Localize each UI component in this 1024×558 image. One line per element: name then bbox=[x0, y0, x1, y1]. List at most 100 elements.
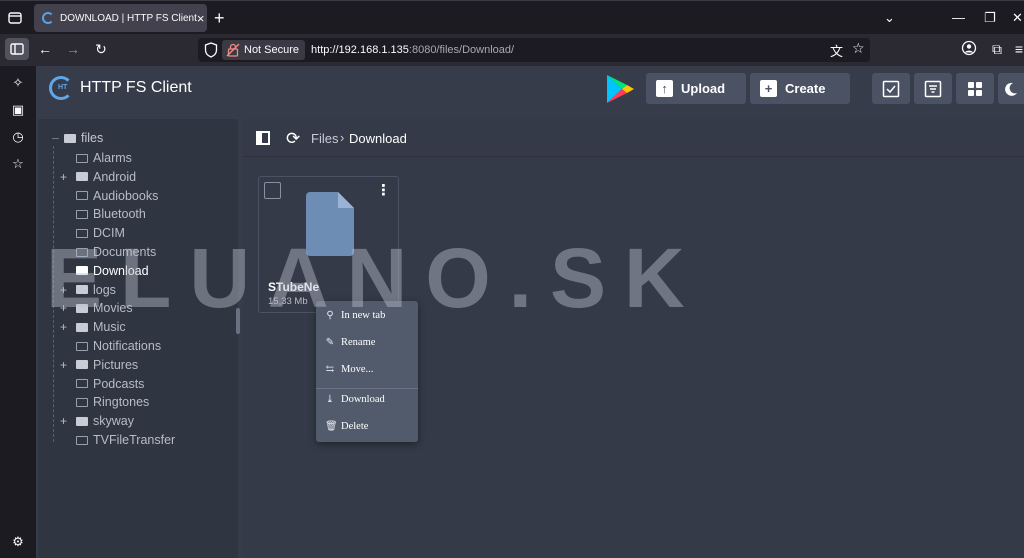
restore-button[interactable]: ❐ bbox=[984, 10, 996, 26]
sidebar-toggle-button[interactable] bbox=[5, 38, 29, 60]
tree-expand-icon[interactable]: + bbox=[60, 170, 72, 184]
apk-file-icon bbox=[306, 192, 354, 256]
minimize-button[interactable]: — bbox=[952, 10, 965, 25]
tree-item-label: Movies bbox=[93, 301, 133, 316]
bookmarks-star-icon[interactable]: ☆ bbox=[9, 155, 27, 173]
menu-item-download[interactable]: ⤓ Download bbox=[316, 388, 418, 410]
link-icon: ⚲ bbox=[326, 309, 334, 321]
filter-icon bbox=[924, 80, 942, 97]
browser-sidebar: ✧ ▣ ◷ ☆ ⚙ bbox=[0, 66, 36, 558]
bookmark-star-icon[interactable]: ☆ bbox=[852, 40, 865, 57]
tree-item[interactable]: Bluetooth bbox=[60, 205, 146, 223]
tree-expand-icon[interactable]: + bbox=[60, 320, 72, 334]
url-text[interactable]: http://192.168.1.135:8080/files/Download… bbox=[311, 44, 514, 56]
tree-item[interactable]: DCIM bbox=[60, 224, 125, 242]
tree-scrollbar[interactable] bbox=[236, 308, 240, 334]
tree-item[interactable]: Podcasts bbox=[60, 375, 144, 393]
tree-root-files[interactable]: – files bbox=[52, 131, 103, 145]
sort-filter-button[interactable] bbox=[914, 73, 952, 104]
upload-button[interactable]: ↑ Upload bbox=[646, 73, 746, 104]
tree-collapse-icon[interactable]: – bbox=[52, 131, 62, 145]
menu-item-label: Delete bbox=[341, 420, 369, 432]
folder-icon bbox=[76, 341, 88, 351]
tree-item[interactable]: + Pictures bbox=[60, 356, 138, 374]
folder-icon bbox=[76, 228, 88, 238]
translate-icon[interactable]: 文 bbox=[830, 41, 843, 60]
menu-item-move[interactable]: ⇆ Move... bbox=[316, 358, 418, 380]
tree-item-label: Notifications bbox=[93, 339, 162, 353]
tree-item[interactable]: Download bbox=[60, 262, 149, 280]
url-bar[interactable]: Not Secure http://192.168.1.135:8080/fil… bbox=[198, 38, 870, 62]
folder-icon bbox=[76, 416, 88, 426]
forward-arrow-icon[interactable]: → bbox=[64, 40, 82, 58]
moon-icon bbox=[1005, 82, 1017, 96]
tab-favicon-icon bbox=[42, 12, 54, 24]
tab-list-chevron-icon[interactable]: ⌄ bbox=[884, 10, 895, 26]
download-icon: ⤓ bbox=[325, 393, 335, 405]
tree-item[interactable]: Alarms bbox=[60, 149, 132, 167]
tree-item-label: TVFileTransfer bbox=[93, 433, 176, 447]
tree-item[interactable]: Audiobooks bbox=[60, 187, 158, 205]
grid-view-button[interactable] bbox=[956, 73, 994, 104]
shield-icon[interactable] bbox=[204, 42, 218, 61]
tree-item[interactable]: + Android bbox=[60, 168, 136, 186]
tree-expand-icon[interactable]: + bbox=[60, 358, 72, 372]
reload-icon[interactable]: ↻ bbox=[92, 40, 110, 58]
app-header: HT HTTP FS Client ↑ Upload + Create bbox=[36, 66, 1024, 112]
breadcrumb-files-link[interactable]: Files bbox=[311, 131, 338, 146]
new-tab-button[interactable]: + bbox=[214, 8, 225, 29]
create-label: Create bbox=[785, 81, 826, 96]
toggle-tree-icon[interactable] bbox=[256, 131, 270, 145]
select-mode-button[interactable] bbox=[872, 73, 910, 104]
tree-expand-icon[interactable]: + bbox=[60, 301, 72, 315]
tab-overview-icon[interactable] bbox=[6, 9, 24, 27]
tree-item[interactable]: + skyway bbox=[60, 412, 134, 430]
extensions-icon[interactable]: ⧉ bbox=[988, 40, 1006, 58]
menu-item-delete[interactable]: 🗑 Delete bbox=[316, 415, 418, 437]
tree-item-label: logs bbox=[93, 282, 116, 297]
tree-item-label: skyway bbox=[93, 414, 134, 429]
menu-item-rename[interactable]: ✎ Rename bbox=[316, 331, 418, 353]
app-logo-icon: HT bbox=[49, 76, 73, 100]
tree-item-label: DCIM bbox=[93, 226, 125, 241]
theme-toggle-button[interactable] bbox=[998, 73, 1024, 104]
browser-tab[interactable]: DOWNLOAD | HTTP FS Client × bbox=[34, 4, 207, 32]
not-secure-badge[interactable]: Not Secure bbox=[222, 40, 306, 60]
tab-close-icon[interactable]: × bbox=[197, 11, 205, 26]
menu-icon[interactable]: ≡ bbox=[1010, 40, 1024, 58]
ai-chat-icon[interactable]: ✧ bbox=[9, 74, 27, 92]
tree-item-label: Documents bbox=[93, 245, 157, 259]
url-host: http://192.168.1.135 bbox=[311, 44, 409, 56]
tree-item[interactable]: + Music bbox=[60, 318, 126, 336]
tree-item[interactable]: TVFileTransfer bbox=[60, 431, 175, 449]
file-card[interactable]: ⋮ STubeNe 15,33 Mb bbox=[258, 176, 399, 313]
tree-item[interactable]: + logs bbox=[60, 281, 116, 299]
plus-icon: + bbox=[760, 80, 777, 97]
customize-gear-icon[interactable]: ⚙ bbox=[9, 533, 27, 551]
tree-item[interactable]: Notifications bbox=[60, 337, 161, 355]
account-icon[interactable] bbox=[960, 40, 978, 58]
google-play-icon[interactable] bbox=[604, 73, 636, 105]
breadcrumb: ⟳ Files › Download bbox=[243, 119, 1024, 157]
browser-tab-bar: DOWNLOAD | HTTP FS Client × + ⌄ — ❐ ✕ bbox=[0, 0, 1024, 34]
folder-icon bbox=[76, 191, 88, 201]
tree-item[interactable]: + Movies bbox=[60, 299, 133, 317]
synced-tabs-icon[interactable]: ▣ bbox=[9, 101, 27, 119]
more-options-icon[interactable]: ⋮ bbox=[376, 181, 391, 199]
create-button[interactable]: + Create bbox=[750, 73, 850, 104]
tree-item[interactable]: Documents bbox=[60, 243, 156, 261]
file-select-checkbox[interactable] bbox=[264, 182, 281, 199]
back-arrow-icon[interactable]: ← bbox=[36, 40, 54, 58]
history-icon[interactable]: ◷ bbox=[9, 128, 27, 146]
tree-expand-icon[interactable]: + bbox=[60, 414, 72, 428]
folder-icon bbox=[76, 153, 88, 163]
menu-item-open-new-tab[interactable]: ⚲ In new tab bbox=[316, 304, 418, 326]
close-window-button[interactable]: ✕ bbox=[1012, 10, 1023, 26]
url-path: :8080/files/Download/ bbox=[408, 44, 515, 56]
tree-expand-icon[interactable]: + bbox=[60, 283, 72, 297]
checkbox-icon bbox=[882, 80, 900, 97]
logo-text: HT bbox=[58, 84, 68, 91]
tree-item[interactable]: Ringtones bbox=[60, 393, 149, 411]
grid-icon bbox=[968, 81, 982, 96]
refresh-icon[interactable]: ⟳ bbox=[286, 129, 300, 149]
